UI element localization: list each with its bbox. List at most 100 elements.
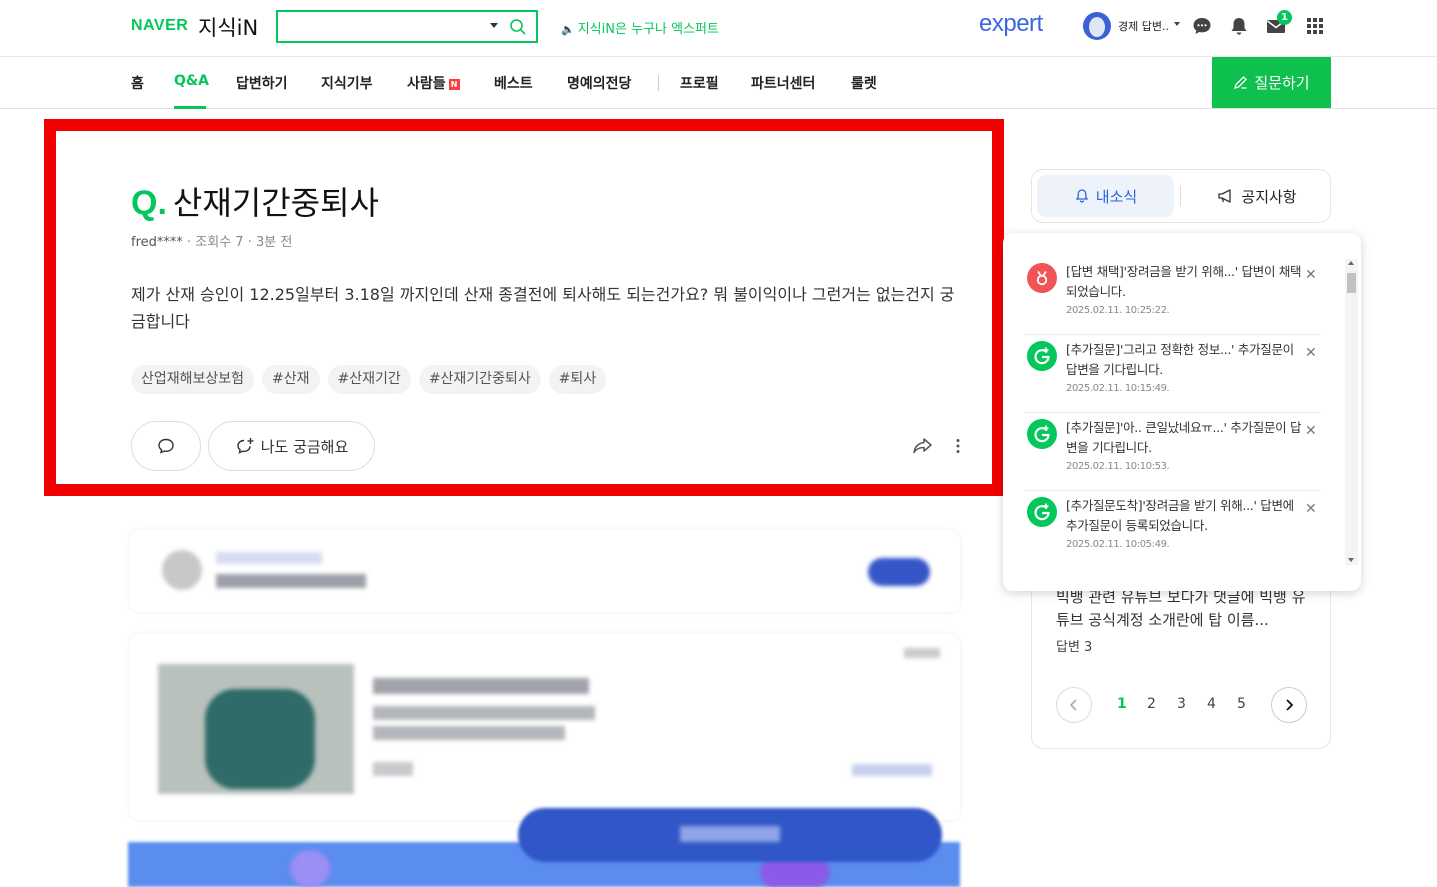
post-time: 3분 전 (256, 235, 293, 250)
close-icon[interactable]: ✕ (1305, 501, 1317, 517)
search-dropdown-icon[interactable] (490, 23, 498, 28)
close-icon[interactable]: ✕ (1305, 345, 1317, 361)
search-icon[interactable] (509, 18, 527, 36)
mail-count-badge: 1 (1277, 10, 1292, 25)
share-icon[interactable] (911, 436, 933, 456)
chat-icon[interactable] (1191, 15, 1213, 37)
popular-question-text[interactable]: 빅뱅 관련 유튜브 보다가 댓글에 빅뱅 유튜브 공식계정 소개란에 탑 이름.… (1056, 586, 1316, 632)
notification-text: [답변 채택]'장려금을 받기 위해...' 답변이 채택되었습니다. (1066, 264, 1302, 299)
nav-roulette[interactable]: 룰렛 (851, 73, 877, 93)
blurred-banner-shape (290, 850, 330, 887)
new-badge: N (448, 79, 460, 90)
chevron-down-icon[interactable] (1174, 22, 1180, 26)
tab-notices-label: 공지사항 (1241, 187, 1297, 206)
tag[interactable]: #산재기간 (327, 365, 411, 394)
more-options-icon[interactable] (955, 438, 961, 454)
tag[interactable]: #산재기간중퇴사 (418, 365, 541, 394)
notification-time: 2025.02.11. 10:25:22. (1066, 305, 1170, 316)
naver-logo[interactable]: NAVER (131, 17, 188, 35)
tab-my-news-label: 내소식 (1095, 187, 1138, 206)
nav-people-label: 사람들 (407, 76, 446, 92)
notification-text: [추가질문]'아.. 큰일났네요ㅠ...' 추가질문이 답변을 기다립니다. (1066, 420, 1302, 455)
megaphone-icon (1218, 189, 1232, 203)
blurred-profile-card (130, 530, 960, 612)
blurred-link (852, 764, 932, 776)
nav-people[interactable]: 사람들 N (407, 73, 460, 93)
user-name[interactable]: 경제 답변.. (1118, 18, 1169, 34)
search-box (276, 10, 538, 43)
close-icon[interactable]: ✕ (1305, 423, 1317, 439)
blurred-banner-shape (760, 858, 830, 887)
tag[interactable]: #퇴사 (548, 365, 607, 394)
notification-time: 2025.02.11. 10:10:53. (1066, 461, 1170, 472)
scroll-down-icon[interactable] (1348, 558, 1354, 562)
chevron-right-icon (1286, 699, 1294, 711)
expert-promo-text: 지식iN은 누구나 엑스퍼트 (577, 22, 719, 37)
me-too-curious-button[interactable]: 나도 궁금해요 (208, 421, 375, 471)
comment-button[interactable] (131, 421, 201, 471)
question-title: Q. 산재기간중퇴사 (131, 178, 379, 224)
question-title-text: 산재기간중퇴사 (172, 184, 379, 222)
notification-time: 2025.02.11. 10:05:49. (1066, 539, 1170, 550)
pagination: 1 2 3 4 5 (1056, 687, 1308, 723)
tag[interactable]: #산재 (262, 365, 320, 394)
tag[interactable]: 산업재해보상보험 (131, 365, 255, 394)
blurred-ad-card (130, 634, 960, 820)
expert-promo-link[interactable]: 🔈 지식iN은 누구나 엑스퍼트 (561, 18, 719, 37)
scroll-up-icon[interactable] (1348, 261, 1354, 265)
blurred-text (216, 552, 322, 564)
nav-profile[interactable]: 프로필 (680, 73, 719, 93)
nav-hall-of-fame[interactable]: 명예의전당 (567, 73, 631, 93)
page-5[interactable]: 5 (1237, 696, 1246, 712)
apps-grid-icon[interactable] (1304, 15, 1326, 37)
curious-icon (237, 438, 254, 454)
page-3[interactable]: 3 (1177, 696, 1186, 712)
nav-donate[interactable]: 지식기부 (321, 73, 373, 93)
tag-list: 산업재해보상보험 #산재 #산재기간 #산재기간중퇴사 #퇴사 (131, 365, 607, 394)
jisikin-logo[interactable]: 지식iN (198, 12, 258, 42)
author-name[interactable]: fred**** (131, 235, 183, 250)
chevron-left-icon (1069, 699, 1077, 711)
bell-icon[interactable] (1228, 15, 1250, 37)
tab-my-news[interactable]: 내소식 (1037, 175, 1174, 217)
blurred-button (868, 558, 930, 586)
blurred-ad-label (904, 648, 940, 658)
blurred-text (373, 678, 589, 694)
avatar[interactable] (1083, 12, 1111, 40)
tab-notices[interactable]: 공지사항 (1192, 175, 1322, 217)
news-tabs: 내소식 공지사항 (1031, 169, 1331, 223)
notification-item[interactable]: [답변 채택]'장려금을 받기 위해...' 답변이 채택되었습니다. 2025… (1025, 257, 1321, 335)
page-4[interactable]: 4 (1207, 696, 1216, 712)
nav-home[interactable]: 홈 (131, 73, 144, 93)
notification-item[interactable]: [추가질문도착]'장려금을 받기 위해...' 답변에 추가질문이 등록되었습니… (1025, 491, 1321, 569)
next-page-button[interactable] (1271, 687, 1307, 723)
ask-question-button[interactable]: 질문하기 (1212, 57, 1331, 108)
prev-page-button[interactable] (1056, 687, 1092, 723)
ask-question-label: 질문하기 (1254, 74, 1310, 92)
notification-text: [추가질문도착]'장려금을 받기 위해...' 답변에 추가질문이 등록되었습니… (1066, 498, 1294, 533)
scroll-thumb[interactable] (1347, 273, 1356, 293)
expert-logo[interactable]: expert (979, 10, 1043, 38)
nav-answer[interactable]: 답변하기 (236, 73, 288, 93)
popup-scrollbar[interactable] (1345, 259, 1358, 565)
view-count: 조회수 7 (195, 235, 244, 250)
popular-question-panel: 빅뱅 관련 유튜브 보다가 댓글에 빅뱅 유튜브 공식계정 소개란에 탑 이름.… (1031, 580, 1331, 749)
pencil-icon (1234, 76, 1248, 89)
page-1[interactable]: 1 (1117, 696, 1127, 712)
page-2[interactable]: 2 (1147, 696, 1156, 712)
nav-best[interactable]: 베스트 (494, 73, 533, 93)
blurred-avatar (162, 550, 202, 590)
tab-divider (1180, 186, 1181, 206)
nav-qna[interactable]: Q&A (174, 73, 209, 89)
q-mark: Q. (131, 184, 167, 222)
nav-partner-center[interactable]: 파트너센터 (751, 73, 815, 93)
question-body: 제가 산재 승인이 12.25일부터 3.18일 까지인데 산재 종결전에 퇴사… (131, 285, 955, 331)
search-input[interactable] (286, 12, 486, 41)
speaker-icon: 🔈 (561, 23, 575, 36)
comment-icon (158, 438, 174, 454)
close-icon[interactable]: ✕ (1305, 267, 1317, 283)
question-card: Q. 산재기간중퇴사 fred**** · 조회수 7 · 3분 전 제가 산재 … (44, 119, 1004, 496)
notification-item[interactable]: [추가질문]'아.. 큰일났네요ㅠ...' 추가질문이 답변을 기다립니다. 2… (1025, 413, 1321, 491)
main-nav: 홈 Q&A 답변하기 지식기부 사람들 N 베스트 명예의전당 프로필 파트너센터… (0, 57, 1437, 109)
notification-item[interactable]: [추가질문]'그리고 정확한 정보...' 추가질문이 답변을 기다립니다. 2… (1025, 335, 1321, 413)
